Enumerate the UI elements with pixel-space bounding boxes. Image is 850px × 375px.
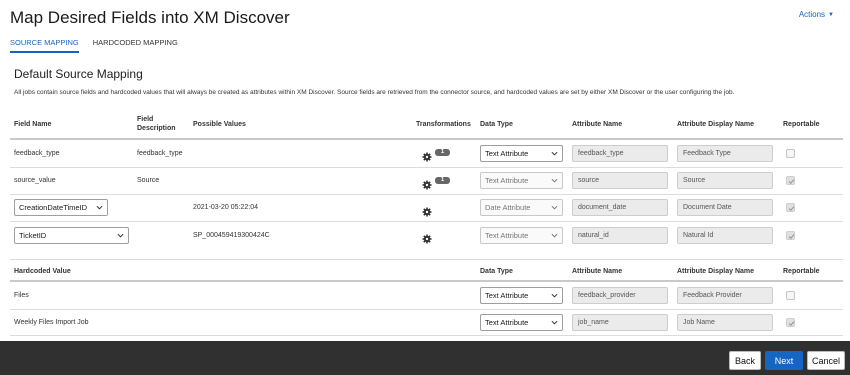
tab-hardcoded-mapping[interactable]: HARDCODED MAPPING <box>93 38 178 53</box>
data-type-value: Text Attribute <box>485 318 529 327</box>
header-reportable: Reportable <box>783 121 820 128</box>
data-type-select[interactable]: Date Attribute <box>480 199 563 216</box>
reportable-checkbox[interactable] <box>786 203 795 212</box>
check-icon <box>788 320 794 326</box>
row-divider <box>10 194 843 195</box>
header-reportable: Reportable <box>783 268 820 275</box>
field-name-text: feedback_type <box>14 150 60 157</box>
header-attribute-name: Attribute Name <box>572 121 623 128</box>
table-header-divider <box>10 138 843 140</box>
attribute-display-name-field[interactable]: Job Name <box>677 314 773 331</box>
check-icon <box>788 178 794 184</box>
chevron-down-icon <box>551 205 558 210</box>
reportable-checkbox[interactable] <box>786 291 795 300</box>
attribute-display-name-field[interactable]: Natural Id <box>677 227 773 244</box>
attribute-name-field[interactable]: feedback_provider <box>572 287 668 304</box>
row-divider <box>10 221 843 222</box>
chevron-down-icon <box>96 205 103 210</box>
transform-count-badge: 1 <box>435 177 450 184</box>
row-divider <box>10 167 843 168</box>
field-name-value: CreationDateTimeID <box>19 203 88 212</box>
data-type-select[interactable]: Text Attribute <box>480 314 563 331</box>
reportable-checkbox[interactable] <box>786 318 795 327</box>
gear-icon[interactable] <box>422 234 432 244</box>
attribute-display-name-field[interactable]: Feedback Type <box>677 145 773 162</box>
chevron-down-icon <box>551 151 558 156</box>
data-type-select[interactable]: Text Attribute <box>480 287 563 304</box>
page-title: Map Desired Fields into XM Discover <box>10 8 290 27</box>
chevron-down-icon <box>117 233 124 238</box>
header-data-type: Data Type <box>480 121 513 128</box>
header-field-name: Field Name <box>14 121 52 128</box>
field-name-text: source_value <box>14 177 56 184</box>
data-type-select[interactable]: Text Attribute <box>480 172 563 189</box>
section-description: All jobs contain source fields and hardc… <box>14 89 735 96</box>
data-type-value: Text Attribute <box>485 291 529 300</box>
gear-icon[interactable] <box>422 152 432 162</box>
data-type-select[interactable]: Text Attribute <box>480 227 563 244</box>
row-divider <box>10 335 843 336</box>
table-header-divider <box>10 280 843 282</box>
header-transformations: Transformations <box>416 121 471 128</box>
reportable-checkbox[interactable] <box>786 231 795 240</box>
possible-value-text: SP_000459419300424C <box>193 232 270 239</box>
check-icon <box>788 233 794 239</box>
gear-icon[interactable] <box>422 180 432 190</box>
attribute-name-field[interactable]: job_name <box>572 314 668 331</box>
data-type-select[interactable]: Text Attribute <box>480 145 563 162</box>
footer-bar <box>0 341 850 375</box>
data-type-value: Date Attribute <box>485 203 531 212</box>
hardcoded-value-text: Files <box>14 292 29 299</box>
attribute-display-name-field[interactable]: Feedback Provider <box>677 287 773 304</box>
row-divider <box>10 259 843 260</box>
back-button[interactable]: Back <box>729 351 761 370</box>
section-title: Default Source Mapping <box>14 67 143 81</box>
caret-down-icon: ▼ <box>828 11 834 18</box>
header-attribute-name: Attribute Name <box>572 268 623 275</box>
attribute-name-field[interactable]: feedback_type <box>572 145 668 162</box>
header-hardcoded-value: Hardcoded Value <box>14 268 71 275</box>
actions-menu[interactable]: Actions ▼ <box>799 10 834 19</box>
attribute-name-field[interactable]: document_date <box>572 199 668 216</box>
chevron-down-icon <box>551 178 558 183</box>
header-field-description: Field Description <box>137 116 176 132</box>
transform-count-badge: 1 <box>435 149 450 156</box>
data-type-value: Text Attribute <box>485 176 529 185</box>
tab-bar: SOURCE MAPPING HARDCODED MAPPING <box>10 38 178 53</box>
field-name-select[interactable]: CreationDateTimeID <box>14 199 108 216</box>
field-name-value: TicketID <box>19 231 47 240</box>
chevron-down-icon <box>551 320 558 325</box>
chevron-down-icon <box>551 293 558 298</box>
possible-value-text: 2021-03-20 05:22:04 <box>193 204 258 211</box>
check-icon <box>788 205 794 211</box>
cancel-button[interactable]: Cancel <box>807 351 845 370</box>
row-divider <box>10 309 843 310</box>
reportable-checkbox[interactable] <box>786 176 795 185</box>
chevron-down-icon <box>551 233 558 238</box>
tab-source-mapping[interactable]: SOURCE MAPPING <box>10 38 79 53</box>
reportable-checkbox[interactable] <box>786 149 795 158</box>
actions-label: Actions <box>798 10 826 19</box>
attribute-name-field[interactable]: natural_id <box>572 227 668 244</box>
header-attribute-display-name: Attribute Display Name <box>677 121 755 128</box>
data-type-value: Text Attribute <box>485 149 529 158</box>
hardcoded-value-text: Weekly Files Import Job <box>14 319 89 326</box>
field-name-select[interactable]: TicketID <box>14 227 129 244</box>
header-data-type: Data Type <box>480 268 513 275</box>
field-description-text: feedback_type <box>137 150 183 157</box>
data-type-value: Text Attribute <box>485 231 529 240</box>
attribute-display-name-field[interactable]: Source <box>677 172 773 189</box>
next-button[interactable]: Next <box>765 351 803 370</box>
field-description-text: Source <box>137 177 160 184</box>
attribute-display-name-field[interactable]: Document Date <box>677 199 773 216</box>
gear-icon[interactable] <box>422 207 432 217</box>
attribute-name-field[interactable]: source <box>572 172 668 189</box>
header-possible-values: Possible Values <box>193 121 246 128</box>
header-attribute-display-name: Attribute Display Name <box>677 268 755 275</box>
